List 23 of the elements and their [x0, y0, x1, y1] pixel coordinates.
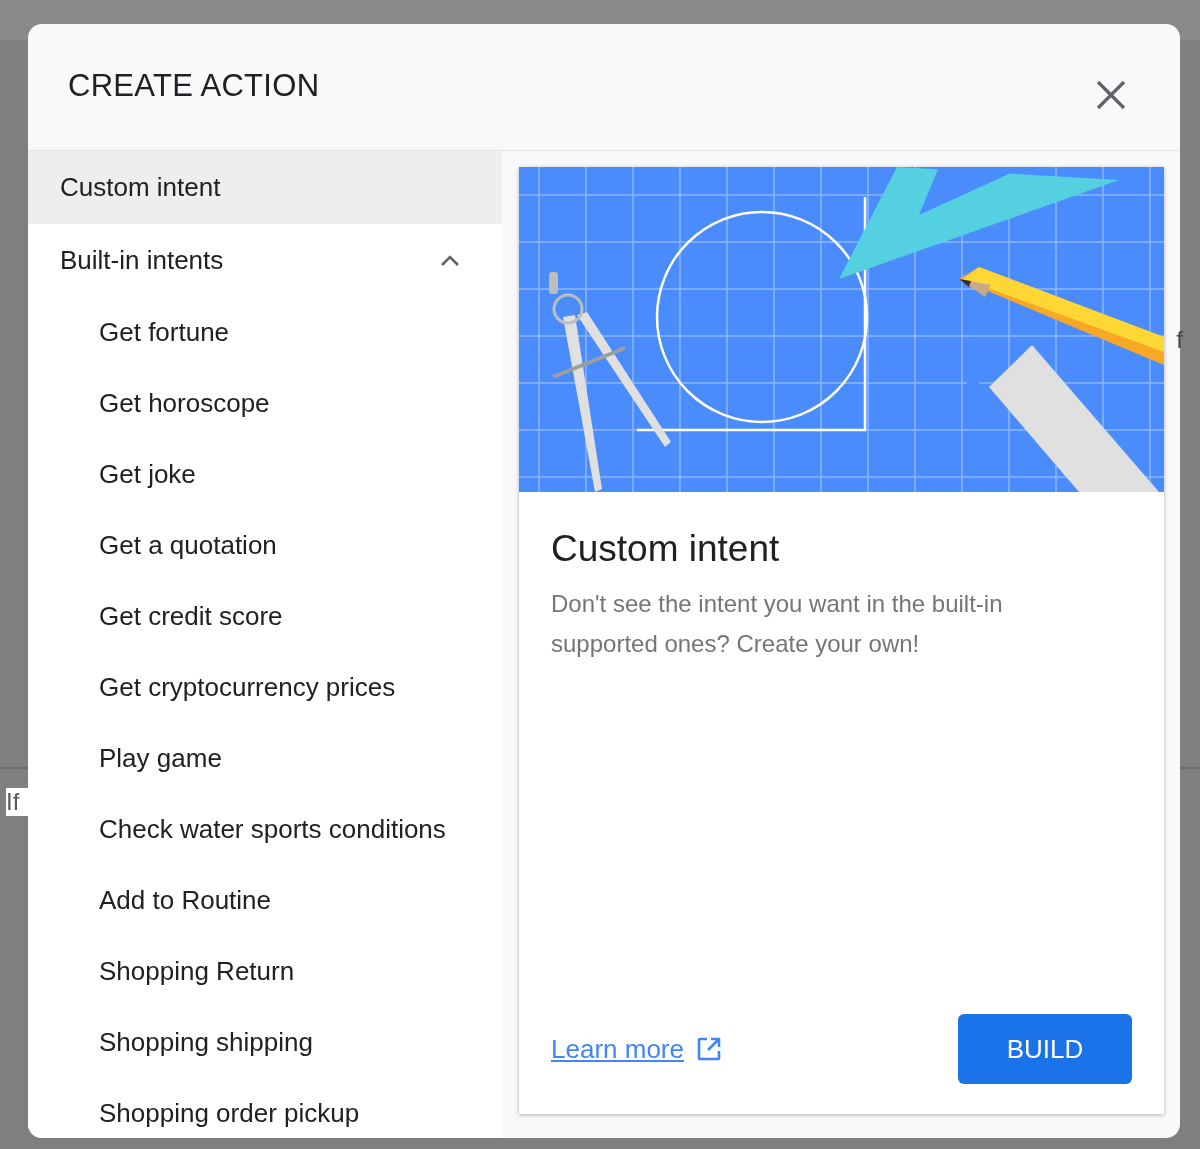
intent-item[interactable]: Get joke [28, 439, 502, 510]
card-title: Custom intent [551, 528, 781, 570]
intent-item[interactable]: Custom intent [28, 151, 502, 224]
intent-item[interactable]: Add to Routine [28, 865, 502, 936]
close-icon[interactable] [1096, 80, 1126, 110]
intent-item[interactable]: Get horoscope [28, 368, 502, 439]
intent-item[interactable]: Get a quotation [28, 510, 502, 581]
intent-item[interactable]: Shopping Return [28, 936, 502, 1007]
group-label: Built-in intents [60, 245, 224, 276]
intent-item[interactable]: Get credit score [28, 581, 502, 652]
card-description: Don't see the intent you want in the built-in supported ones? Create your own! [551, 589, 1004, 659]
intent-item[interactable]: Play game [28, 723, 502, 794]
learn-more-link[interactable]: Learn more [551, 1033, 684, 1065]
intent-item[interactable]: Get fortune [28, 297, 502, 368]
intent-item[interactable]: Shopping order pickup [28, 1078, 502, 1138]
external-link-icon [695, 1036, 722, 1062]
intent-group-header[interactable]: Built-in intents [28, 224, 502, 297]
build-button[interactable]: BUILD [958, 1014, 1132, 1084]
intent-item[interactable]: Shopping shipping [28, 1007, 502, 1078]
intent-item[interactable]: Get cryptocurrency prices [28, 652, 502, 723]
chevron-icon [440, 254, 460, 267]
dialog-title: CREATE ACTION [68, 68, 320, 104]
intent-item[interactable]: Check water sports conditions [28, 794, 502, 865]
